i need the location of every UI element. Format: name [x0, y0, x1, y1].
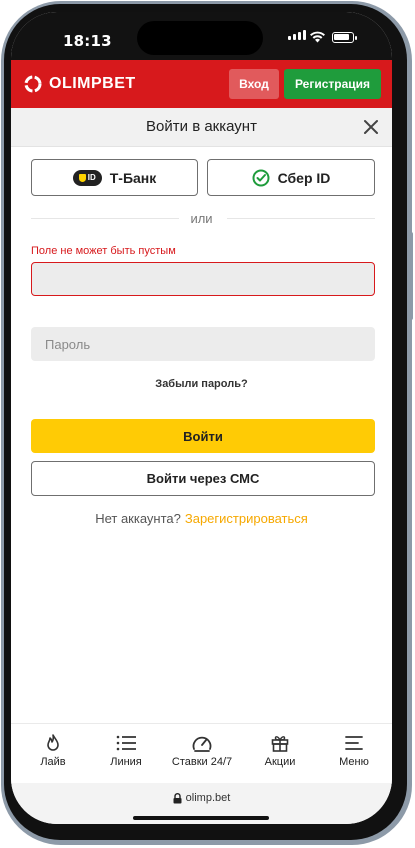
tab-label: Линия	[110, 756, 142, 768]
status-time: 18:13	[63, 32, 112, 50]
login-button[interactable]: Вход	[229, 69, 279, 99]
tbank-label: Т-Банк	[109, 169, 157, 186]
dynamic-island	[137, 21, 263, 55]
browser-url-bar[interactable]: olimp.bet	[11, 783, 392, 824]
battery-icon	[332, 32, 354, 43]
side-button	[409, 232, 413, 320]
close-icon[interactable]	[361, 117, 381, 137]
register-button[interactable]: Регистрация	[284, 69, 381, 99]
forgot-password-link[interactable]: Забыли пароль?	[11, 378, 392, 390]
tab-label: Акции	[264, 756, 296, 768]
url-text: olimp.bet	[185, 792, 231, 804]
no-account-text: Нет аккаунта?	[95, 511, 181, 526]
divider-right	[227, 218, 375, 219]
list-icon	[116, 735, 136, 751]
dialog-title: Войти в аккаунт	[146, 118, 257, 135]
battery-tip	[355, 36, 357, 40]
password-placeholder: Пароль	[45, 337, 91, 352]
login-error-text: Поле не может быть пустым	[31, 245, 176, 257]
tbank-login-button[interactable]: ID Т-Банк	[31, 159, 198, 196]
tab-line[interactable]: Линия	[88, 724, 164, 784]
status-bar: 18:13	[11, 12, 392, 60]
signal-icon	[288, 30, 306, 40]
tab-live[interactable]: Лайв	[15, 724, 91, 784]
tab-bets-247[interactable]: Ставки 24/7	[164, 724, 240, 784]
tab-promotions[interactable]: Акции	[242, 724, 318, 784]
login-input[interactable]	[31, 262, 375, 296]
bottom-tabbar: Лайв Линия Ставки 24/7 Акции Меню	[11, 723, 392, 784]
sber-label: Сбер ID	[277, 169, 331, 186]
site-header: OLIMPBET Вход Регистрация	[11, 60, 392, 108]
no-account-row: Нет аккаунта? Зарегистрироваться	[11, 511, 392, 526]
url-display: olimp.bet	[11, 792, 392, 804]
olimpbet-logo-icon	[24, 75, 42, 93]
tab-label: Лайв	[40, 756, 66, 768]
sms-login-button[interactable]: Войти через СМС	[31, 461, 375, 496]
dialog-titlebar: Войти в аккаунт	[11, 108, 392, 147]
gauge-icon	[192, 736, 212, 752]
password-input[interactable]: Пароль	[31, 327, 375, 361]
tab-menu[interactable]: Меню	[316, 724, 392, 784]
register-link[interactable]: Зарегистрироваться	[185, 511, 308, 526]
menu-icon	[345, 736, 363, 750]
logo-text: OLIMPBET	[49, 75, 136, 92]
home-indicator[interactable]	[133, 816, 269, 820]
sber-id-login-button[interactable]: Сбер ID	[207, 159, 375, 196]
wifi-icon	[310, 31, 325, 43]
submit-login-button[interactable]: Войти	[31, 419, 375, 453]
sber-check-icon	[252, 169, 270, 186]
logo[interactable]: OLIMPBET	[23, 74, 136, 94]
tab-label: Ставки 24/7	[171, 756, 233, 768]
tbank-icon: ID	[72, 169, 102, 186]
flame-icon	[47, 734, 59, 751]
screen: 18:13 OLIMPBET Вход Регистрация Войти в …	[11, 12, 392, 824]
tab-label: Меню	[339, 756, 369, 768]
lock-icon	[173, 792, 182, 803]
gift-icon	[271, 736, 289, 752]
